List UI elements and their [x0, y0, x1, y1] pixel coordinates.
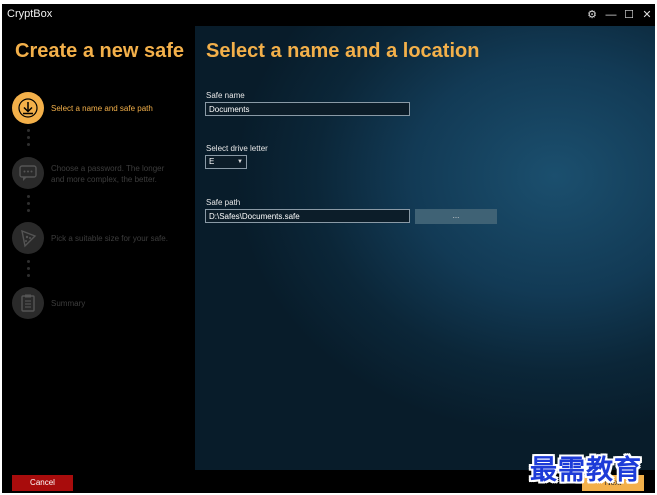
step-label: Summary [51, 299, 86, 308]
window-title: CryptBox [7, 8, 53, 20]
minimize-button[interactable]: — [603, 6, 619, 24]
step-label: Select a name and safe path [51, 104, 153, 113]
step-connector [27, 129, 31, 150]
step-label: Pick a suitable size for your safe. [51, 234, 168, 243]
maximize-button[interactable]: ☐ [621, 6, 637, 24]
clipboard-list-icon [12, 287, 44, 319]
wizard-steps-panel: Create a new safe Select a name and safe… [2, 26, 195, 470]
download-arrow-icon [12, 92, 44, 124]
title-bar: CryptBox ⚙ — ☐ ✕ [2, 4, 655, 26]
chat-bubble-icon [12, 157, 44, 189]
settings-icon[interactable]: ⚙ [584, 6, 600, 24]
close-button[interactable]: ✕ [639, 6, 655, 24]
drive-letter-label: Select drive letter [206, 144, 268, 153]
drive-letter-value: E [209, 157, 215, 166]
cancel-button[interactable]: Cancel [12, 475, 73, 491]
sidebar-title: Create a new safe [15, 40, 184, 62]
step-connector [27, 195, 31, 216]
pizza-slice-icon [12, 222, 44, 254]
step-connector [27, 260, 31, 281]
main-form-panel: Select a name and a location Safe name D… [195, 26, 655, 470]
safe-path-label: Safe path [206, 198, 241, 207]
safe-name-label: Safe name [206, 91, 245, 100]
step-label: Choose a password. The longer and more c… [51, 164, 165, 184]
page-title: Select a name and a location [206, 40, 480, 62]
chevron-down-icon: ▼ [237, 159, 243, 165]
safe-name-input[interactable]: Documents [205, 102, 410, 116]
watermark-logo: 最需教育 [530, 455, 642, 486]
safe-path-input[interactable]: D:\Safes\Documents.safe [205, 209, 410, 223]
app-window: CryptBox ⚙ — ☐ ✕ Create a new safe Selec… [2, 4, 655, 493]
drive-letter-select[interactable]: E ▼ [205, 155, 247, 169]
browse-button[interactable]: ... [415, 209, 497, 224]
